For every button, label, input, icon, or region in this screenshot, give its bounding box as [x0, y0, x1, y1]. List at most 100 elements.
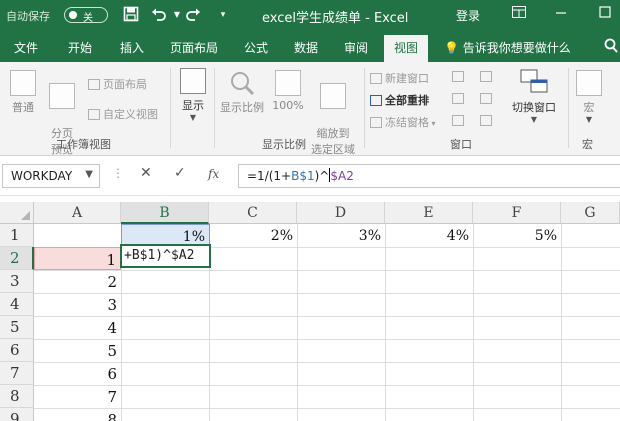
cell-d1[interactable]: 3%: [297, 224, 385, 247]
column-header-b[interactable]: B: [121, 202, 209, 224]
column-header-f[interactable]: F: [473, 202, 561, 224]
row-header-6[interactable]: 6: [0, 339, 34, 362]
title-bar: 自动保存 关 ▼ ▾ excel学生成绩单 - Excel 登录: [0, 0, 620, 32]
user-icon[interactable]: [604, 38, 618, 58]
view-side-by-side-icon[interactable]: [480, 70, 495, 83]
custom-views-icon: [88, 109, 100, 120]
cell-a6[interactable]: 5: [34, 339, 121, 362]
zoom-100-icon: [275, 70, 301, 96]
tab-insert[interactable]: 插入: [120, 39, 144, 56]
select-all-button[interactable]: [0, 202, 34, 224]
cell-a5[interactable]: 4: [34, 316, 121, 339]
cell-e1[interactable]: 4%: [385, 224, 473, 247]
page-layout-view-button[interactable]: 页面布局: [88, 76, 147, 92]
arrange-all-label: 全部重排: [385, 94, 429, 107]
tab-page-layout[interactable]: 页面布局: [170, 39, 218, 56]
tab-data[interactable]: 数据: [294, 39, 318, 56]
column-header-a[interactable]: A: [34, 202, 121, 224]
zoom-to-selection-button[interactable]: 缩放到 选定区域: [308, 70, 358, 157]
ribbon-body: 普通 分页 预览 页面布局 自定义视图 工作簿视图 显示 ▼ 显示比例 100%…: [0, 62, 620, 156]
row-header-8[interactable]: 8: [0, 385, 34, 408]
login-button[interactable]: 登录: [456, 7, 480, 24]
sync-scroll-icon[interactable]: [480, 92, 495, 105]
cell-a9[interactable]: 8: [34, 408, 121, 421]
tab-view[interactable]: 视图: [384, 35, 429, 62]
split-icon[interactable]: [452, 70, 467, 83]
name-box-dropdown-icon[interactable]: ▼: [85, 169, 93, 180]
column-header-c[interactable]: C: [209, 202, 297, 224]
cell-a4[interactable]: 3: [34, 293, 121, 316]
show-dropdown-icon: ▼: [189, 113, 197, 122]
arrange-all-button[interactable]: 全部重排: [370, 92, 429, 108]
maximize-icon[interactable]: [594, 5, 616, 25]
save-icon[interactable]: [122, 6, 140, 24]
tab-home[interactable]: 开始: [68, 39, 92, 56]
autosave-label: 自动保存: [6, 10, 50, 23]
custom-views-button[interactable]: 自定义视图: [88, 106, 158, 122]
zoom-group-label: 显示比例: [262, 138, 306, 151]
customize-qat-icon[interactable]: ▾: [214, 6, 232, 24]
name-box-value: WORKDAY: [11, 169, 73, 183]
window-group-label: 窗口: [450, 138, 472, 151]
zoom-magnifier-icon: [231, 72, 255, 96]
minimize-icon[interactable]: [550, 5, 572, 25]
name-box[interactable]: WORKDAY ▼: [2, 164, 100, 188]
window-title: excel学生成绩单 - Excel: [262, 11, 409, 26]
ribbon-display-icon[interactable]: [508, 5, 530, 25]
autosave-state: 关: [83, 13, 93, 24]
row-header-1[interactable]: 1: [0, 224, 34, 247]
insert-function-icon[interactable]: fx: [208, 167, 219, 181]
macros-group-label: 宏: [582, 138, 593, 151]
redo-icon[interactable]: [184, 6, 202, 24]
switch-windows-dropdown-icon: ▼: [530, 115, 538, 124]
undo-icon[interactable]: [150, 6, 168, 24]
zoom-button[interactable]: 显示比例: [218, 70, 266, 115]
normal-view-button[interactable]: 普通: [6, 70, 40, 115]
macros-label: 宏: [583, 101, 595, 114]
reset-window-icon[interactable]: [480, 114, 495, 127]
active-cell-b2-editor[interactable]: +B$1)^$A2: [120, 244, 211, 268]
show-button[interactable]: 显示 ▼: [176, 68, 210, 122]
enter-icon[interactable]: ✓: [174, 165, 186, 181]
zoom-to-selection-icon: [320, 83, 346, 109]
tell-me-search[interactable]: 💡 告诉我你想要做什么: [444, 39, 571, 56]
row-header-4[interactable]: 4: [0, 293, 34, 316]
macros-button[interactable]: 宏 ▼: [574, 70, 604, 124]
formula-bar-grip-icon: ⋮: [112, 166, 124, 180]
column-header-d[interactable]: D: [297, 202, 385, 224]
zoom-to-selection-label: 缩放到 选定区域: [311, 127, 355, 156]
normal-view-icon: [10, 70, 36, 96]
formula-input[interactable]: =1/(1+B$1)^$A2: [238, 164, 620, 188]
row-header-2[interactable]: 2: [0, 247, 34, 270]
switch-windows-button[interactable]: 切换窗口 ▼: [506, 68, 562, 124]
autosave-toggle[interactable]: 关: [64, 7, 108, 24]
cell-a8[interactable]: 7: [34, 385, 121, 408]
new-window-icon: [370, 73, 382, 84]
row-header-7[interactable]: 7: [0, 362, 34, 385]
hide-icon[interactable]: [452, 92, 467, 105]
show-icon: [180, 68, 206, 94]
spreadsheet-grid[interactable]: A B C D E F G 1 2 3 4 5 6 7 8 9 1% 2% 3%…: [0, 196, 620, 421]
cancel-icon[interactable]: ✕: [140, 165, 152, 181]
cell-a7[interactable]: 6: [34, 362, 121, 385]
zoom-100-button[interactable]: 100%: [270, 70, 306, 112]
formula-prefix: =1/(1+: [247, 169, 292, 183]
row-header-9[interactable]: 9: [0, 408, 34, 421]
unhide-icon[interactable]: [452, 114, 467, 127]
tab-review[interactable]: 审阅: [344, 39, 368, 56]
freeze-panes-button[interactable]: 冻结窗格 ▾: [370, 114, 436, 130]
row-header-5[interactable]: 5: [0, 316, 34, 339]
gridline: [385, 224, 386, 421]
new-window-button[interactable]: 新建窗口: [370, 70, 429, 86]
freeze-panes-icon: [370, 117, 382, 128]
cell-f1[interactable]: 5%: [473, 224, 561, 247]
cell-c1[interactable]: 2%: [209, 224, 297, 247]
cell-a3[interactable]: 2: [34, 270, 121, 293]
column-header-g[interactable]: G: [561, 202, 620, 224]
tab-file[interactable]: 文件: [14, 39, 38, 56]
cell-a2[interactable]: 1: [34, 247, 121, 270]
tab-formulas[interactable]: 公式: [244, 39, 268, 56]
column-header-e[interactable]: E: [385, 202, 473, 224]
row-header-3[interactable]: 3: [0, 270, 34, 293]
formula-mid: )^: [314, 169, 330, 183]
